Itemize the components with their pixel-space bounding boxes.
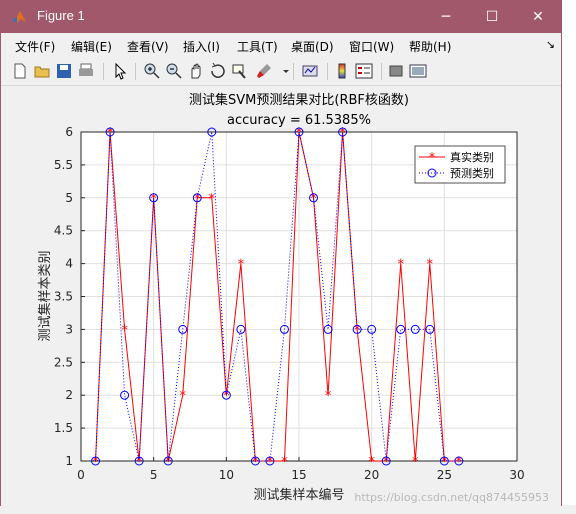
- toolbar: [1, 57, 561, 86]
- rotate-3d-icon[interactable]: [209, 62, 227, 80]
- data-point-true[interactable]: *: [325, 389, 332, 404]
- zoom-in-icon[interactable]: [143, 62, 161, 80]
- print-icon[interactable]: [77, 62, 95, 80]
- data-point-true[interactable]: *: [368, 455, 375, 470]
- edit-plot-arrow-icon[interactable]: [111, 62, 129, 80]
- zoom-out-icon[interactable]: [165, 62, 183, 80]
- x-tick-label: 5: [150, 468, 158, 482]
- data-cursor-icon[interactable]: [231, 62, 249, 80]
- hide-plot-tools-icon[interactable]: [387, 62, 405, 80]
- chart-subtitle: accuracy = 61.5385%: [227, 113, 371, 128]
- x-axis-label: 测试集样本编号: [253, 487, 344, 503]
- x-tick-label: 30: [509, 468, 524, 482]
- data-point-true[interactable]: *: [397, 258, 404, 273]
- y-tick-label: 2.5: [54, 355, 73, 369]
- colorbar-icon[interactable]: [333, 62, 351, 80]
- data-point-true[interactable]: *: [121, 323, 128, 338]
- data-point-true[interactable]: *: [209, 192, 216, 207]
- y-tick-label: 1: [65, 454, 73, 468]
- matlab-logo-icon: [12, 11, 26, 23]
- y-tick-label: 5.5: [54, 158, 73, 172]
- pan-hand-icon[interactable]: [187, 62, 205, 80]
- menu-view[interactable]: 查看(V): [127, 38, 169, 55]
- menu-tools[interactable]: 工具(T): [237, 38, 278, 55]
- legend-marker-true: *: [429, 150, 435, 164]
- y-tick-label: 5: [65, 191, 73, 205]
- menu-bar: 文件(F) 编辑(E) 查看(V) 插入(I) 工具(T) 桌面(D) 窗口(W…: [1, 34, 561, 56]
- watermark: https://blog.csdn.net/qq874455953: [354, 491, 549, 504]
- data-point-true[interactable]: *: [427, 258, 434, 273]
- y-tick-label: 6: [65, 125, 73, 139]
- x-tick-label: 20: [364, 468, 379, 482]
- toolbar-separator: [135, 63, 136, 80]
- y-axis-label: 测试集样本类别: [37, 250, 53, 341]
- chart-title: 测试集SVM预测结果对比(RBF核函数): [189, 92, 409, 108]
- menu-edit[interactable]: 编辑(E): [71, 38, 112, 55]
- menu-file[interactable]: 文件(F): [15, 38, 55, 55]
- y-tick-label: 4.5: [54, 224, 73, 238]
- legend-label-true: 真实类别: [450, 150, 494, 164]
- toolbar-separator: [293, 63, 294, 80]
- menu-help[interactable]: 帮助(H): [409, 38, 451, 55]
- show-plot-tools-icon[interactable]: [409, 62, 427, 80]
- link-plot-icon[interactable]: [301, 62, 319, 80]
- x-tick-label: 10: [219, 468, 234, 482]
- background-window-edge: [560, 0, 576, 514]
- y-tick-label: 3: [65, 322, 73, 336]
- save-icon[interactable]: [55, 62, 73, 80]
- minimize-button[interactable]: ─: [423, 1, 469, 33]
- figure-canvas: 0 5 10 15 20 25 30 1 1.5 2 2.5 3 3.5 4 4.5 5 5.5 6 * * * * * *…: [1, 86, 561, 506]
- figure-window: Figure 1 ─ ☐ ✕ 文件(F) 编辑(E) 查看(V) 插入(I) 工…: [0, 0, 562, 506]
- window-title: Figure 1: [37, 8, 85, 23]
- data-point-true[interactable]: *: [238, 258, 245, 273]
- data-point-true[interactable]: *: [412, 455, 419, 470]
- new-figure-icon[interactable]: [11, 62, 29, 80]
- open-file-icon[interactable]: [33, 62, 51, 80]
- menu-desktop[interactable]: 桌面(D): [291, 38, 334, 55]
- x-tick-label: 0: [77, 468, 85, 482]
- close-button[interactable]: ✕: [515, 1, 561, 33]
- y-tick-label: 3.5: [54, 290, 73, 304]
- legend[interactable]: * 真实类别 预测类别: [414, 145, 506, 184]
- toolbar-separator: [103, 63, 104, 80]
- menu-insert[interactable]: 插入(I): [183, 38, 220, 55]
- maximize-button[interactable]: ☐: [469, 1, 515, 33]
- legend-icon[interactable]: [355, 62, 373, 80]
- toolbar-separator: [381, 63, 382, 80]
- y-tick-label: 2: [65, 388, 73, 402]
- y-tick-label: 4: [65, 257, 73, 271]
- dock-arrow-icon[interactable]: ↘: [546, 38, 555, 51]
- chart-svg[interactable]: 0 5 10 15 20 25 3011.522.533.544.555.56 ******…: [1, 86, 561, 506]
- menu-window[interactable]: 窗口(W): [349, 38, 394, 55]
- brush-icon[interactable]: [255, 62, 273, 80]
- legend-label-pred: 预测类别: [450, 166, 494, 180]
- data-point-true[interactable]: *: [179, 389, 186, 404]
- data-point-true[interactable]: *: [281, 455, 288, 470]
- y-tick-label: 1.5: [54, 421, 73, 435]
- background-strip: [0, 505, 576, 514]
- x-tick-label: 15: [291, 468, 306, 482]
- x-tick-label: 25: [437, 468, 452, 482]
- toolbar-separator: [327, 63, 328, 80]
- title-bar[interactable]: Figure 1 ─ ☐ ✕: [1, 1, 561, 33]
